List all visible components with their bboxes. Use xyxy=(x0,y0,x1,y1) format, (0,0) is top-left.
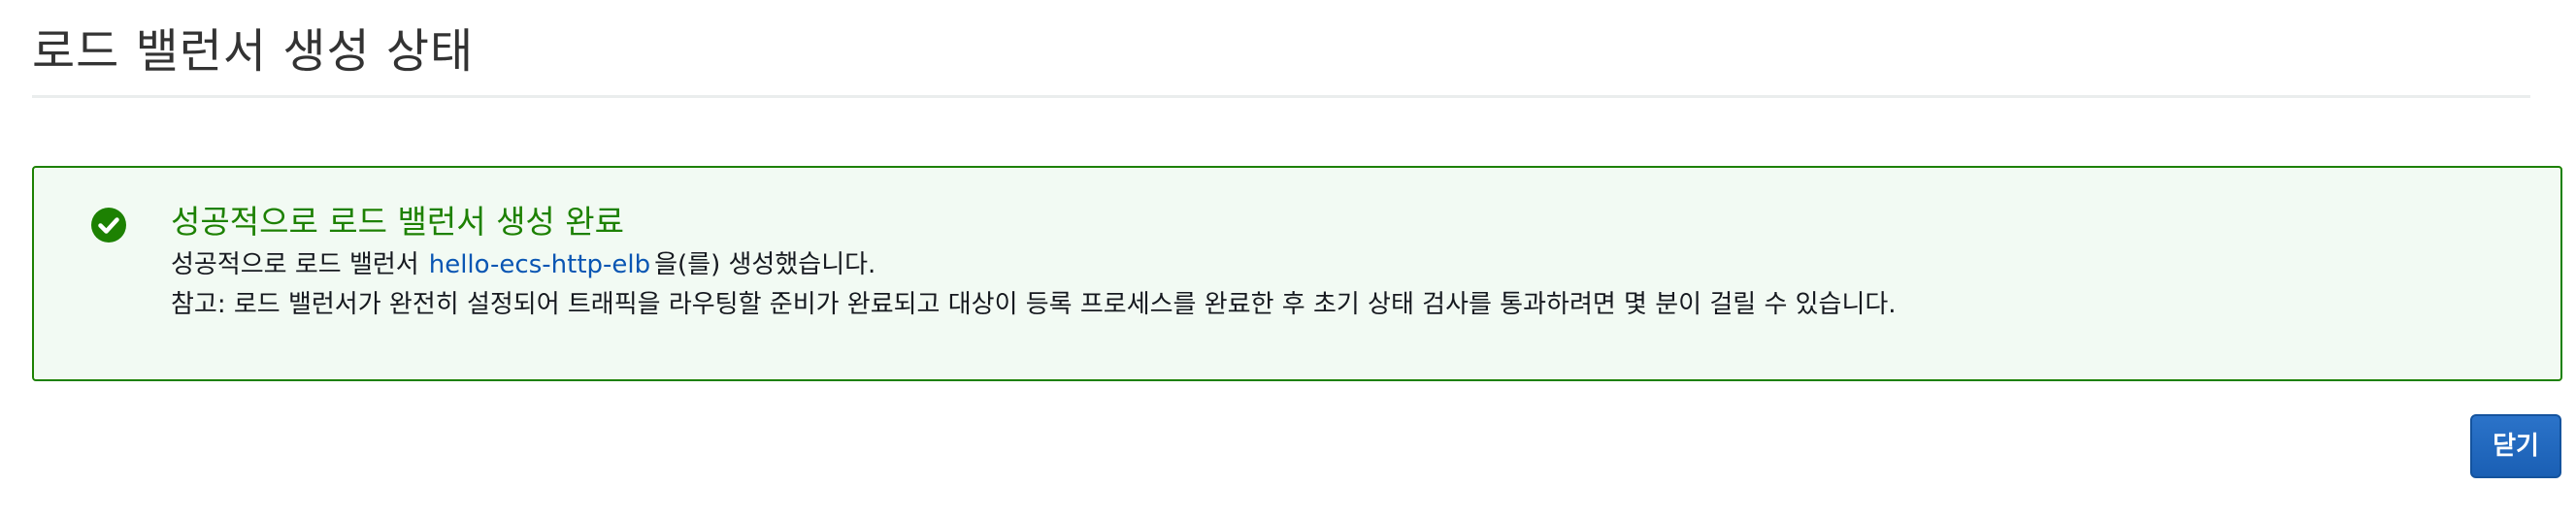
check-circle-icon xyxy=(91,208,126,243)
alert-message: 성공적으로 로드 밸런서 hello-ecs-http-elb 을(를) 생성했습니… xyxy=(171,245,875,284)
page-title: 로드 밸런서 생성 상태 xyxy=(32,24,475,79)
load-balancer-link[interactable]: hello-ecs-http-elb xyxy=(429,250,650,279)
close-button[interactable]: 닫기 xyxy=(2470,414,2561,478)
success-alert-panel: 성공적으로 로드 밸런서 생성 완료 성공적으로 로드 밸런서 hello-ecs… xyxy=(32,166,2562,381)
alert-message-suffix: 을(를) 생성했습니다. xyxy=(654,250,876,279)
alert-heading: 성공적으로 로드 밸런서 생성 완료 xyxy=(171,203,624,241)
alert-message-prefix: 성공적으로 로드 밸런서 xyxy=(171,250,419,279)
alert-note: 참고: 로드 밸런서가 완전히 설정되어 트래픽을 라우팅할 준비가 완료되고 … xyxy=(171,290,1897,319)
title-divider xyxy=(32,95,2530,98)
load-balancer-status-page: 로드 밸런서 생성 상태 성공적으로 로드 밸런서 생성 완료 성공적으로 로드… xyxy=(0,0,2576,518)
